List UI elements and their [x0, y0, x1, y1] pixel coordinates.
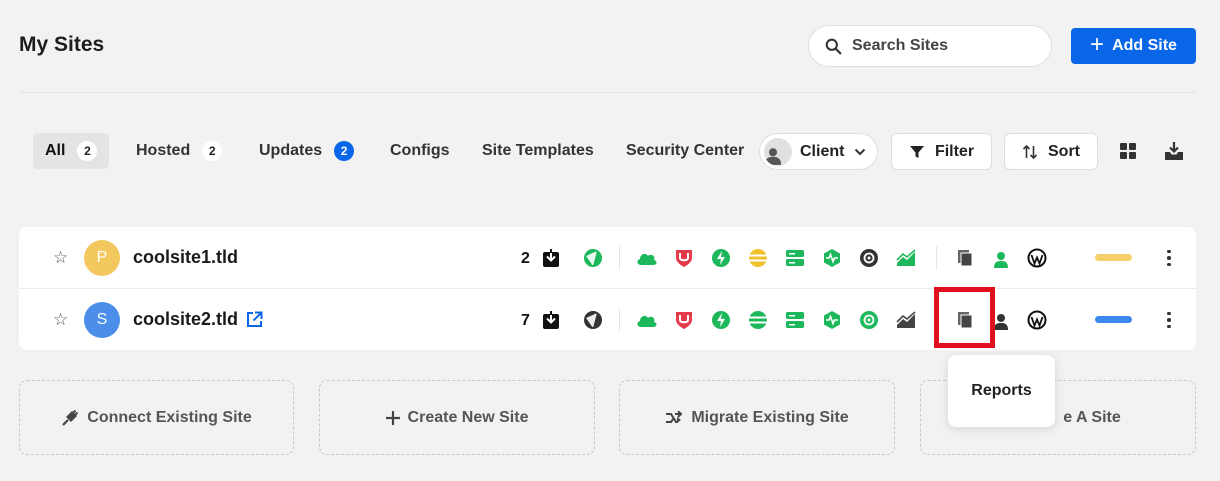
- header-divider: [19, 92, 1196, 93]
- site-name: coolsite2.tld: [133, 309, 239, 329]
- action-label: Create New Site: [407, 408, 529, 426]
- monitor-icon[interactable]: [582, 247, 604, 269]
- analytics-icon[interactable]: [895, 247, 917, 269]
- sort-label: Sort: [1048, 142, 1080, 160]
- tab-security-center[interactable]: Security Center: [614, 133, 756, 169]
- backup-icon[interactable]: [858, 247, 880, 269]
- backup-icon[interactable]: [858, 309, 880, 331]
- column-divider: [936, 246, 937, 270]
- more-options-icon[interactable]: [1163, 247, 1175, 269]
- page-title: My Sites: [19, 33, 105, 56]
- tab-count-badge: 2: [202, 141, 223, 161]
- client-label: Client: [800, 142, 845, 160]
- bolt-icon[interactable]: [710, 247, 732, 269]
- server-icon[interactable]: [784, 309, 806, 331]
- server-icon[interactable]: [784, 247, 806, 269]
- migrate-icon: [666, 410, 683, 423]
- analytics-icon[interactable]: [895, 309, 917, 331]
- shield-icon[interactable]: [673, 247, 695, 269]
- reports-tooltip: Reports: [948, 355, 1055, 427]
- filter-icon: [909, 145, 924, 158]
- tab-configs[interactable]: Configs: [378, 133, 462, 169]
- database-icon[interactable]: [747, 247, 769, 269]
- uptime-icon[interactable]: [821, 247, 843, 269]
- wordpress-icon[interactable]: [1026, 247, 1048, 269]
- site-avatar: P: [84, 240, 120, 276]
- site-name: coolsite1.tld: [133, 247, 239, 267]
- tab-all[interactable]: All 2: [33, 133, 110, 169]
- site-name-link[interactable]: coolsite1.tld: [133, 247, 238, 268]
- action-label: e A Site: [1063, 408, 1121, 426]
- status-bar: [1095, 254, 1132, 261]
- tab-label: Site Templates: [482, 142, 594, 159]
- row-divider: [19, 288, 1196, 289]
- filter-button[interactable]: Filter: [891, 133, 992, 170]
- client-user-icon[interactable]: [990, 248, 1012, 270]
- search-icon: [825, 38, 842, 54]
- tab-site-templates[interactable]: Site Templates: [470, 133, 606, 169]
- search-input[interactable]: [852, 37, 1032, 55]
- create-new-site-button[interactable]: Create New Site: [319, 380, 595, 455]
- plus-icon: [385, 410, 400, 425]
- cloud-icon[interactable]: [636, 309, 658, 331]
- star-icon[interactable]: ☆: [53, 310, 68, 330]
- export-icon[interactable]: [1163, 140, 1185, 162]
- tab-label: Security Center: [626, 142, 745, 159]
- tab-label: Configs: [390, 142, 450, 159]
- add-site-label: Add Site: [1112, 37, 1177, 54]
- column-divider: [619, 308, 620, 332]
- chevron-down-icon: [855, 148, 866, 155]
- star-icon[interactable]: ☆: [53, 248, 68, 268]
- uptime-icon[interactable]: [821, 309, 843, 331]
- client-dropdown[interactable]: Client: [759, 133, 878, 170]
- sort-icon: [1022, 144, 1038, 159]
- column-divider: [619, 246, 620, 270]
- filter-label: Filter: [934, 142, 975, 160]
- sort-button[interactable]: Sort: [1004, 133, 1098, 170]
- updates-download-icon[interactable]: [540, 247, 562, 269]
- tab-label: All: [45, 142, 66, 159]
- status-bar: [1095, 316, 1132, 323]
- tab-count-badge: 2: [77, 141, 98, 161]
- plug-icon: [62, 409, 79, 426]
- updates-count: 2: [521, 250, 530, 267]
- user-avatar-icon: [764, 137, 792, 166]
- highlight-box: [934, 287, 995, 348]
- more-options-icon[interactable]: [1163, 309, 1175, 331]
- search-box[interactable]: [808, 25, 1052, 67]
- tab-label: Updates: [259, 142, 323, 159]
- grid-view-icon[interactable]: [1117, 140, 1139, 162]
- tab-updates[interactable]: Updates 2: [247, 133, 366, 169]
- tab-label: Hosted: [136, 142, 191, 159]
- add-site-button[interactable]: + Add Site: [1071, 28, 1196, 64]
- bolt-icon[interactable]: [710, 309, 732, 331]
- shield-icon[interactable]: [673, 309, 695, 331]
- action-label: Migrate Existing Site: [691, 408, 849, 426]
- cloud-icon[interactable]: [636, 247, 658, 269]
- tab-hosted[interactable]: Hosted 2: [124, 133, 234, 169]
- connect-existing-site-button[interactable]: Connect Existing Site: [19, 380, 294, 455]
- action-label: Connect Existing Site: [87, 408, 252, 426]
- plus-icon: +: [1090, 31, 1105, 58]
- site-avatar: S: [84, 302, 120, 338]
- migrate-existing-site-button[interactable]: Migrate Existing Site: [619, 380, 895, 455]
- tab-count-badge: 2: [334, 141, 355, 161]
- database-icon[interactable]: [747, 309, 769, 331]
- wordpress-icon[interactable]: [1026, 309, 1048, 331]
- external-link-icon[interactable]: [246, 311, 263, 328]
- monitor-icon[interactable]: [582, 309, 604, 331]
- updates-count: 7: [521, 312, 530, 329]
- site-name-link[interactable]: coolsite2.tld: [133, 309, 263, 330]
- reports-icon[interactable]: [954, 247, 976, 269]
- updates-download-icon[interactable]: [540, 309, 562, 331]
